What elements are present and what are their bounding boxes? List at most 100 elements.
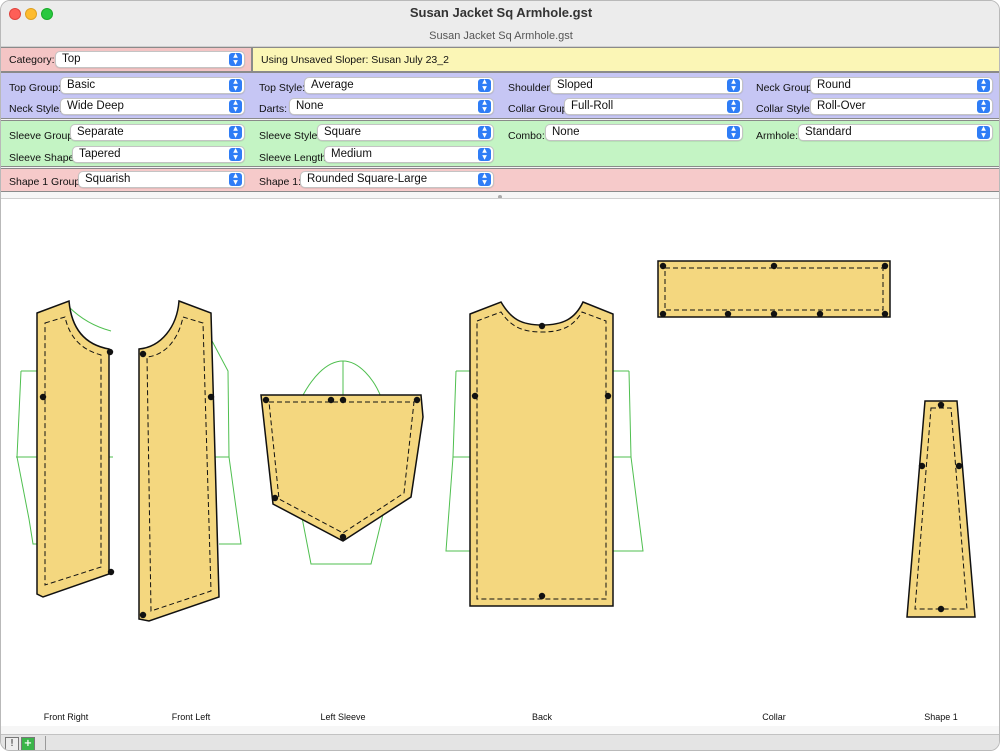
combo-value: None bbox=[552, 126, 580, 138]
top-group-label: Top Group: bbox=[9, 82, 61, 94]
top-band: Top Group: Basic ▲ ▼ Top Style: Average ▲… bbox=[1, 72, 999, 119]
category-band: Category: Top ▲ ▼ Using Unsaved Sloper: S… bbox=[1, 47, 999, 72]
updown-arrow-icon: ▲ ▼ bbox=[478, 147, 491, 161]
shoulder-popup[interactable]: Sloped ▲ ▼ bbox=[550, 77, 743, 94]
sleeve-style-label: Sleeve Style: bbox=[259, 130, 321, 142]
notch-marker bbox=[339, 396, 347, 404]
left-sleeve-label: Left Sleeve bbox=[320, 712, 365, 722]
neck-style-value: Wide Deep bbox=[67, 100, 124, 112]
sleeve-length-value: Medium bbox=[331, 148, 372, 160]
notch-marker bbox=[659, 262, 667, 270]
notch-marker bbox=[770, 262, 778, 270]
updown-arrow-icon: ▲ ▼ bbox=[977, 78, 990, 92]
updown-arrow-icon: ▲ ▼ bbox=[229, 147, 242, 161]
category-value: Top bbox=[62, 53, 81, 65]
updown-arrow-icon: ▲ ▼ bbox=[478, 99, 491, 113]
back-piece bbox=[469, 301, 614, 607]
notch-marker bbox=[471, 392, 479, 400]
updown-arrow-icon: ▲ ▼ bbox=[478, 78, 491, 92]
collar-piece bbox=[657, 260, 891, 318]
top-group-popup[interactable]: Basic ▲ ▼ bbox=[60, 77, 245, 94]
updown-arrow-icon: ▲ ▼ bbox=[727, 125, 740, 139]
sleeve-style-popup[interactable]: Square ▲ ▼ bbox=[317, 124, 494, 141]
sleeve-shape-label: Sleeve Shape: bbox=[9, 152, 78, 164]
collar-group-value: Full-Roll bbox=[571, 100, 614, 112]
notch-marker bbox=[955, 462, 963, 470]
notch-marker bbox=[139, 350, 147, 358]
darts-popup[interactable]: None ▲ ▼ bbox=[289, 98, 494, 115]
pattern-drawing: Front Right Front Left Left Sleeve Back … bbox=[16, 260, 976, 722]
notch-marker bbox=[139, 611, 147, 619]
collar-group-popup[interactable]: Full-Roll ▲ ▼ bbox=[564, 98, 743, 115]
shape1-label: Shape 1: bbox=[259, 176, 302, 188]
notch-marker bbox=[816, 310, 824, 318]
category-label: Category: bbox=[9, 54, 55, 66]
notch-marker bbox=[881, 262, 889, 270]
sleeve-group-value: Separate bbox=[77, 126, 124, 138]
add-icon[interactable]: + bbox=[21, 737, 35, 750]
notch-marker bbox=[327, 396, 335, 404]
armhole-value: Standard bbox=[805, 126, 852, 138]
collar-style-label: Collar Style: bbox=[756, 103, 813, 115]
status-bar: ! + bbox=[1, 734, 999, 750]
window-title: Susan Jacket Sq Armhole.gst bbox=[409, 5, 593, 20]
front-right-piece bbox=[36, 299, 110, 598]
notch-marker bbox=[271, 494, 279, 502]
collar-style-popup[interactable]: Roll-Over ▲ ▼ bbox=[810, 98, 993, 115]
top-group-value: Basic bbox=[67, 79, 96, 91]
notch-marker bbox=[339, 533, 347, 541]
sleeve-group-popup[interactable]: Separate ▲ ▼ bbox=[70, 124, 245, 141]
neck-group-popup[interactable]: Round ▲ ▼ bbox=[810, 77, 993, 94]
neck-style-label: Neck Style: bbox=[9, 103, 63, 115]
category-section: Category: Top ▲ ▼ bbox=[1, 48, 253, 71]
updown-arrow-icon: ▲ ▼ bbox=[478, 125, 491, 139]
shape1-group-value: Squarish bbox=[85, 173, 131, 185]
window-subtitle: Susan Jacket Sq Armhole.gst bbox=[429, 30, 573, 42]
sleeve-cap-guide bbox=[300, 360, 382, 400]
notch-marker bbox=[207, 393, 215, 401]
updown-arrow-icon: ▲ ▼ bbox=[977, 99, 990, 113]
notch-marker bbox=[724, 310, 732, 318]
updown-arrow-icon: ▲ ▼ bbox=[478, 172, 491, 186]
category-popup[interactable]: Top ▲ ▼ bbox=[55, 51, 245, 68]
notch-marker bbox=[604, 392, 612, 400]
armhole-popup[interactable]: Standard ▲ ▼ bbox=[798, 124, 993, 141]
updown-arrow-icon: ▲ ▼ bbox=[727, 78, 740, 92]
neck-style-popup[interactable]: Wide Deep ▲ ▼ bbox=[60, 98, 245, 115]
updown-arrow-icon: ▲ ▼ bbox=[229, 172, 242, 186]
neck-group-value: Round bbox=[817, 79, 851, 91]
notch-marker bbox=[538, 592, 546, 600]
notch-marker bbox=[107, 568, 115, 576]
sleeve-length-popup[interactable]: Medium ▲ ▼ bbox=[324, 146, 494, 163]
warning-icon[interactable]: ! bbox=[5, 737, 19, 750]
notch-marker bbox=[770, 310, 778, 318]
pattern-canvas[interactable]: Front Right Front Left Left Sleeve Back … bbox=[1, 198, 999, 726]
title-bar: Susan Jacket Sq Armhole.gst Susan Jacket… bbox=[1, 1, 999, 47]
piece-labels: Front Right Front Left Left Sleeve Back … bbox=[44, 712, 958, 722]
shape1-group-popup[interactable]: Squarish ▲ ▼ bbox=[78, 171, 245, 188]
top-style-value: Average bbox=[311, 79, 354, 91]
notch-marker bbox=[937, 401, 945, 409]
sleeve-band: Sleeve Group: Separate ▲ ▼ Sleeve Style: … bbox=[1, 120, 999, 167]
shoulder-label: Shoulder: bbox=[508, 82, 553, 94]
collar-group-label: Collar Group: bbox=[508, 103, 571, 115]
shape1-value: Rounded Square-Large bbox=[307, 173, 428, 185]
updown-arrow-icon: ▲ ▼ bbox=[727, 99, 740, 113]
notch-marker bbox=[262, 396, 270, 404]
shoulder-value: Sloped bbox=[557, 79, 593, 91]
notch-marker bbox=[881, 310, 889, 318]
combo-popup[interactable]: None ▲ ▼ bbox=[545, 124, 743, 141]
sleeve-shape-popup[interactable]: Tapered ▲ ▼ bbox=[72, 146, 245, 163]
shape1-popup[interactable]: Rounded Square-Large ▲ ▼ bbox=[300, 171, 494, 188]
top-style-popup[interactable]: Average ▲ ▼ bbox=[304, 77, 494, 94]
notch-marker bbox=[659, 310, 667, 318]
status-divider bbox=[45, 736, 46, 750]
shape-band: Shape 1 Group: Squarish ▲ ▼ Shape 1: Roun… bbox=[1, 168, 999, 192]
sleeve-shape-value: Tapered bbox=[79, 148, 121, 160]
notch-marker bbox=[538, 322, 546, 330]
front-right-label: Front Right bbox=[44, 712, 89, 722]
pattern-pieces bbox=[36, 260, 976, 622]
updown-arrow-icon: ▲ ▼ bbox=[977, 125, 990, 139]
sloper-section: Using Unsaved Sloper: Susan July 23_2 bbox=[253, 48, 999, 71]
sleeve-length-label: Sleeve Length: bbox=[259, 152, 330, 164]
